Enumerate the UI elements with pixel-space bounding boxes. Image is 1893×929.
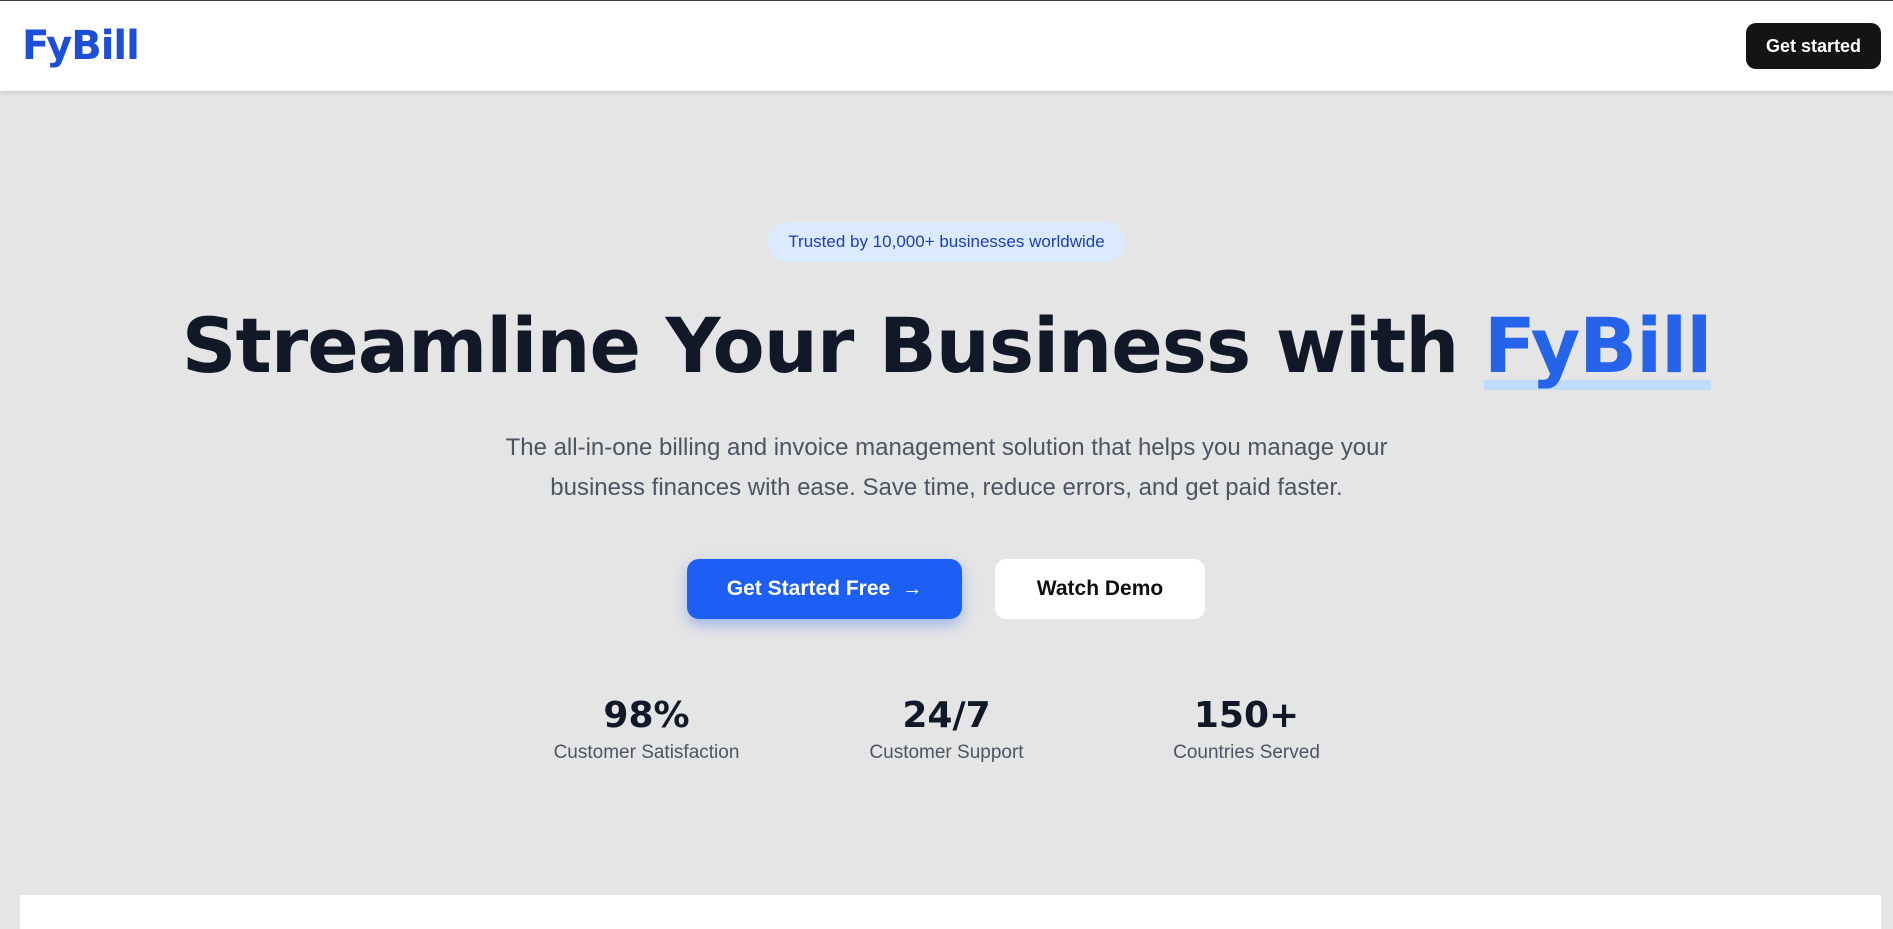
stat-value: 98% bbox=[603, 695, 690, 736]
content-card bbox=[20, 895, 1881, 929]
subtitle-line-1: The all-in-one billing and invoice manag… bbox=[505, 434, 1388, 461]
hero-actions: Get Started Free → Watch Demo bbox=[687, 558, 1206, 620]
headline-brand: FyBill bbox=[1483, 300, 1712, 392]
get-started-free-label: Get Started Free bbox=[726, 577, 891, 600]
stat-label: Customer Satisfaction bbox=[553, 742, 740, 763]
stats-row: 98% Customer Satisfaction 24/7 Customer … bbox=[527, 696, 1367, 764]
watch-demo-button[interactable]: Watch Demo bbox=[994, 558, 1206, 620]
headline-prefix: Streamline Your Business with bbox=[181, 301, 1484, 390]
hero-headline: Streamline Your Business with FyBill bbox=[182, 300, 1712, 392]
hero-section: Trusted by 10,000+ businesses worldwide … bbox=[0, 91, 1893, 895]
stat-item: 24/7 Customer Support bbox=[827, 696, 1067, 764]
stat-item: 98% Customer Satisfaction bbox=[527, 696, 767, 764]
navbar: FyBill Get started bbox=[0, 1, 1893, 91]
trust-badge: Trusted by 10,000+ businesses worldwide bbox=[768, 222, 1125, 262]
headline-brand-text: FyBill bbox=[1483, 301, 1712, 390]
stat-value: 150+ bbox=[1193, 695, 1300, 736]
stat-label: Countries Served bbox=[1173, 742, 1320, 763]
stat-label: Customer Support bbox=[869, 742, 1024, 763]
get-started-free-button[interactable]: Get Started Free → bbox=[687, 559, 962, 619]
stat-value: 24/7 bbox=[902, 695, 991, 736]
stat-item: 150+ Countries Served bbox=[1127, 696, 1367, 764]
get-started-button[interactable]: Get started bbox=[1745, 23, 1881, 69]
hero-subtitle: The all-in-one billing and invoice manag… bbox=[477, 428, 1417, 508]
subtitle-line-2: business finances with ease. Save time, … bbox=[550, 474, 1343, 501]
logo[interactable]: FyBill bbox=[22, 23, 140, 69]
arrow-right-icon: → bbox=[902, 577, 923, 600]
